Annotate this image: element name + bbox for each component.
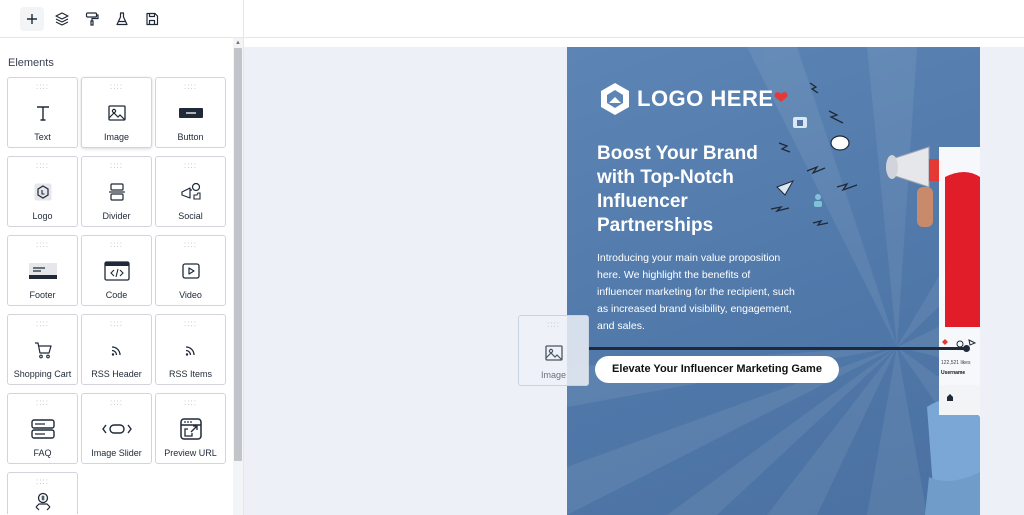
phone-likes-text: 122,521 likes — [941, 360, 971, 366]
element-card-rss-items[interactable]: :::: RSS Items — [155, 314, 226, 385]
sidebar-title: Elements — [8, 57, 54, 69]
drag-handle-icon: :::: — [184, 82, 197, 91]
element-card-video[interactable]: :::: Video — [155, 235, 226, 306]
element-card-image-slider[interactable]: :::: Image Slider — [81, 393, 152, 464]
drag-handle-icon: :::: — [184, 319, 197, 328]
speech-bubble-icon — [830, 135, 850, 151]
social-icon — [180, 182, 201, 200]
logo-text: LOGO HERE — [637, 86, 774, 111]
cta-button[interactable]: Elevate Your Influencer Marketing Game — [595, 356, 839, 383]
element-card-footer[interactable]: :::: Footer — [7, 235, 78, 306]
rss-icon — [185, 346, 195, 356]
drop-indicator-dot — [963, 345, 970, 352]
element-label: Logo — [32, 211, 53, 221]
thumbs-up-icon — [793, 117, 807, 128]
drag-handle-icon: :::: — [36, 319, 49, 328]
code-icon — [103, 261, 130, 281]
element-card-divider[interactable]: :::: Divider — [81, 156, 152, 227]
drag-handle-icon: :::: — [110, 240, 123, 249]
drag-handle-icon: :::: — [36, 82, 49, 91]
image-icon — [107, 105, 126, 121]
save-button[interactable] — [140, 7, 164, 31]
logo-icon — [34, 183, 51, 201]
email-body-text[interactable]: Introducing your main value proposition … — [597, 250, 797, 335]
element-label: Shopping Cart — [13, 369, 72, 379]
drag-handle-icon: :::: — [184, 398, 197, 407]
styles-button[interactable] — [80, 7, 104, 31]
element-label: Preview URL — [164, 448, 217, 458]
divider-icon — [108, 183, 125, 201]
money-icon — [35, 492, 50, 511]
flask-icon — [116, 12, 128, 26]
drag-handle-icon: :::: — [110, 82, 123, 91]
layers-icon — [55, 12, 69, 26]
text-icon — [36, 106, 49, 121]
phone-username-text: Username — [941, 370, 965, 376]
email-hero-section[interactable]: 122,521 likes Username LOGO HERE Boost Y… — [567, 47, 980, 515]
drag-handle-icon: :::: — [36, 240, 49, 249]
test-button[interactable] — [110, 7, 134, 31]
video-icon — [181, 263, 200, 279]
element-card-social[interactable]: :::: Social — [155, 156, 226, 227]
dragging-image-element[interactable]: :::: Image — [518, 315, 589, 386]
add-elements-button[interactable] — [20, 7, 44, 31]
element-card-button[interactable]: :::: Button — [155, 77, 226, 148]
sidebar-scrollbar[interactable]: ▲ — [233, 38, 243, 515]
plus-icon — [27, 14, 37, 24]
rss-icon — [111, 346, 121, 356]
top-toolbar — [0, 0, 1024, 38]
drag-handle-icon: :::: — [110, 161, 123, 170]
element-label: FAQ — [33, 448, 52, 458]
drag-handle-icon: :::: — [36, 477, 49, 486]
slider-icon — [101, 424, 132, 434]
drag-handle-icon: :::: — [184, 240, 197, 249]
dragging-label: Image — [540, 370, 566, 380]
element-card-rss-header[interactable]: :::: RSS Header — [81, 314, 152, 385]
element-card-logo[interactable]: :::: Logo — [7, 156, 78, 227]
element-label: Social — [178, 211, 203, 221]
cart-icon — [34, 342, 52, 359]
element-label: RSS Header — [91, 369, 142, 379]
email-headline[interactable]: Boost Your Brand with Top-Notch Influenc… — [597, 142, 797, 238]
element-label: Video — [179, 290, 202, 300]
drag-handle-icon: :::: — [547, 320, 560, 329]
element-label: Button — [177, 132, 204, 142]
paint-roller-icon — [85, 12, 99, 26]
canvas-top-strip — [244, 38, 1024, 47]
drop-indicator-line — [589, 347, 966, 350]
toolbar-tools — [0, 0, 244, 38]
scroll-thumb[interactable] — [234, 48, 242, 461]
person-icon — [814, 194, 822, 207]
layers-button[interactable] — [50, 7, 74, 31]
element-card-money[interactable]: :::: — [7, 472, 78, 514]
element-label: Image — [103, 132, 129, 142]
button-icon — [178, 108, 203, 118]
element-label: Text — [34, 132, 51, 142]
elements-sidebar: Elements :::: Text :::: Image :::: Butto… — [0, 38, 244, 515]
save-icon — [146, 12, 159, 26]
email-logo[interactable]: LOGO HERE — [597, 81, 774, 117]
scroll-up-icon[interactable]: ▲ — [233, 38, 243, 48]
element-card-code[interactable]: :::: Code — [81, 235, 152, 306]
drag-handle-icon: :::: — [110, 398, 123, 407]
element-card-shopping-cart[interactable]: :::: Shopping Cart — [7, 314, 78, 385]
drag-handle-icon: :::: — [110, 319, 123, 328]
drag-handle-icon: :::: — [184, 161, 197, 170]
element-card-image[interactable]: :::: Image — [81, 77, 152, 148]
element-card-text[interactable]: :::: Text — [7, 77, 78, 148]
element-label: Code — [105, 290, 128, 300]
preview-url-icon — [179, 418, 202, 440]
element-label: Footer — [29, 290, 56, 300]
drag-handle-icon: :::: — [36, 398, 49, 407]
element-card-faq[interactable]: :::: FAQ — [7, 393, 78, 464]
logo-hexagon-icon — [601, 83, 629, 115]
element-label: RSS Items — [168, 369, 212, 379]
image-icon — [544, 345, 563, 361]
faq-icon — [30, 419, 55, 439]
element-label: Divider — [102, 211, 131, 221]
drag-handle-icon: :::: — [36, 161, 49, 170]
element-label: Image Slider — [91, 448, 142, 458]
element-card-preview-url[interactable]: :::: Preview URL — [155, 393, 226, 464]
footer-icon — [28, 263, 57, 279]
